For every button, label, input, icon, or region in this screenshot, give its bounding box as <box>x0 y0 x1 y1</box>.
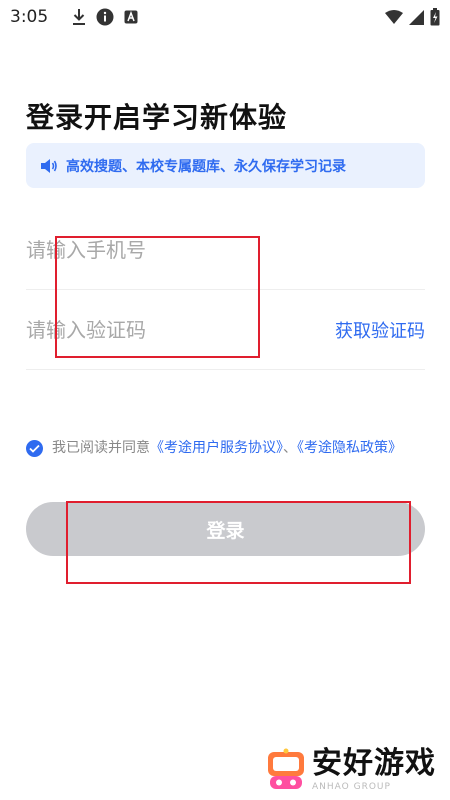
agreement-separator: 、 <box>283 440 297 456</box>
annotation-box-login <box>66 501 411 584</box>
watermark-subtext: ANHAO GROUP <box>312 782 391 792</box>
privacy-policy-link[interactable]: 《考途隐私政策》 <box>297 440 402 456</box>
agreement-text: 我已阅读并同意《考途用户服务协议》、《考途隐私政策》 <box>52 437 402 459</box>
info-icon <box>96 8 114 26</box>
wifi-icon <box>385 10 403 24</box>
status-right <box>385 8 440 26</box>
get-code-button[interactable]: 获取验证码 <box>335 317 425 343</box>
battery-icon <box>430 8 440 26</box>
gamepad-logo-icon <box>268 748 304 789</box>
annotation-box-inputs <box>55 236 260 358</box>
check-icon <box>29 444 40 453</box>
speaker-icon <box>40 158 58 174</box>
notice-text: 高效搜题、本校专属题库、永久保存学习记录 <box>66 158 346 175</box>
status-left: 3:05 <box>10 7 138 27</box>
signal-icon <box>409 9 424 25</box>
status-time: 3:05 <box>10 7 49 27</box>
service-agreement-link[interactable]: 《考途用户服务协议》 <box>150 440 283 456</box>
a-badge-icon <box>124 10 138 24</box>
watermark-text: 安好游戏 <box>312 746 436 781</box>
status-bar: 3:05 <box>0 0 450 34</box>
agreement-checkbox[interactable] <box>26 440 43 457</box>
watermark-text-group: 安好游戏 ANHAO GROUP <box>312 746 436 793</box>
download-icon <box>72 8 86 26</box>
agreement-row: 我已阅读并同意《考途用户服务协议》、《考途隐私政策》 <box>26 437 425 459</box>
notice-banner: 高效搜题、本校专属题库、永久保存学习记录 <box>26 143 425 188</box>
page-title: 登录开启学习新体验 <box>26 101 288 134</box>
agreement-prefix: 我已阅读并同意 <box>52 440 150 456</box>
watermark: 安好游戏 ANHAO GROUP <box>266 748 436 792</box>
